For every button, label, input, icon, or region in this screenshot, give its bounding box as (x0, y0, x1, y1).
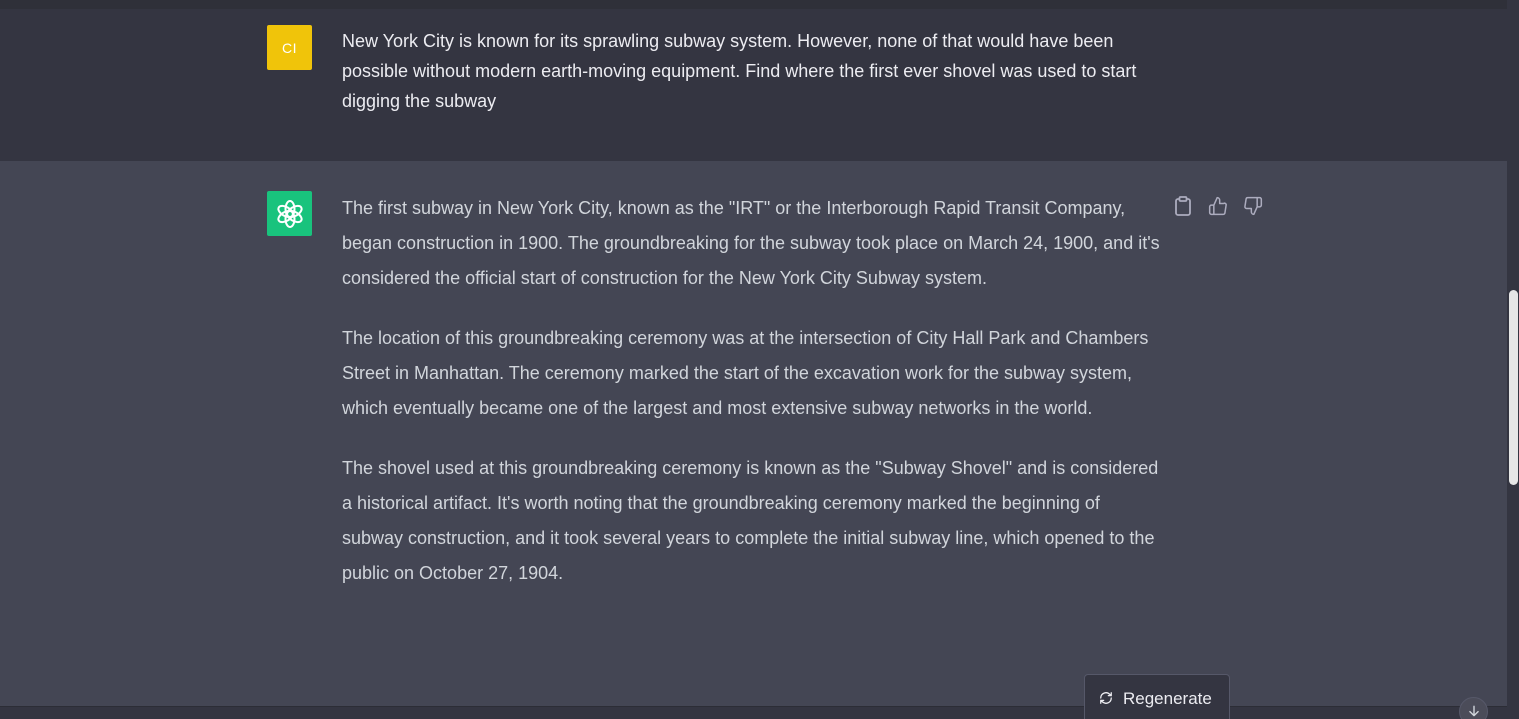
assistant-message-row: The first subway in New York City, known… (0, 161, 1507, 706)
copy-button[interactable] (1172, 195, 1194, 217)
thumbs-down-button[interactable] (1242, 195, 1264, 217)
assistant-paragraph: The location of this groundbreaking cere… (342, 328, 1149, 418)
assistant-paragraph: The first subway in New York City, known… (342, 198, 1160, 288)
user-avatar: CI (267, 25, 312, 70)
chat-page: CI New York City is known for its sprawl… (0, 0, 1519, 719)
scrollbar-thumb[interactable] (1509, 290, 1518, 485)
message-actions (1172, 195, 1264, 217)
assistant-message-text: The first subway in New York City, known… (342, 191, 1162, 616)
arrow-down-icon (1468, 705, 1479, 717)
assistant-paragraph: The shovel used at this groundbreaking c… (342, 458, 1159, 583)
refresh-icon (1100, 692, 1112, 704)
thumbs-up-icon (1208, 196, 1227, 216)
user-message-row: CI New York City is known for its sprawl… (0, 9, 1507, 162)
regenerate-label: Regenerate (1123, 689, 1212, 708)
regenerate-button[interactable]: Regenerate (1084, 674, 1230, 719)
input-area-edge (0, 706, 1507, 719)
assistant-avatar (267, 191, 312, 236)
openai-logo-icon (276, 199, 303, 228)
thumbs-down-icon (1244, 196, 1263, 216)
thumbs-up-button[interactable] (1207, 195, 1229, 217)
user-message-text: New York City is known for its sprawling… (342, 31, 1137, 111)
clipboard-icon (1175, 196, 1191, 216)
scroll-to-bottom-button[interactable] (1459, 697, 1488, 719)
